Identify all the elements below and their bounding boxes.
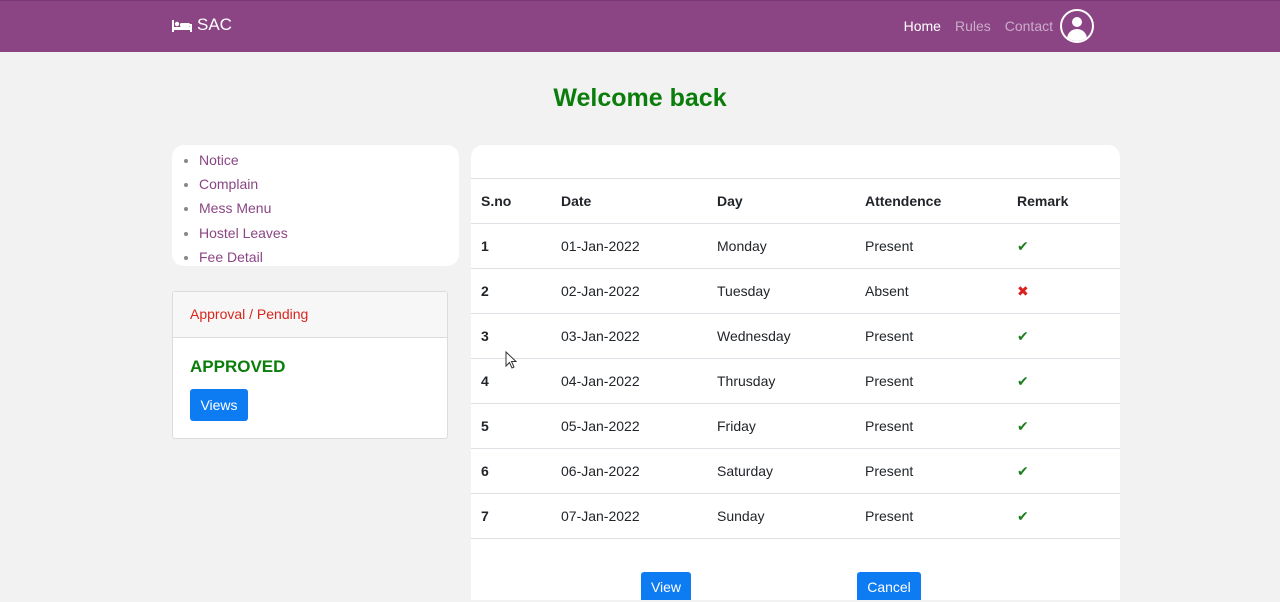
welcome-heading: Welcome back bbox=[553, 84, 727, 112]
view-button[interactable]: View bbox=[641, 572, 691, 600]
row-attendance: Present bbox=[855, 313, 1007, 359]
table-header-row: S.no Date Day Attendence Remark bbox=[471, 178, 1120, 224]
row-attendance: Absent bbox=[855, 268, 1007, 314]
sidebar-item-notice[interactable]: Notice bbox=[199, 148, 459, 172]
row-attendance: Present bbox=[855, 493, 1007, 539]
row-day: Saturday bbox=[707, 448, 855, 494]
column-header-attendance: Attendence bbox=[855, 178, 1007, 224]
table-row: 3 03-Jan-2022 Wednesday Present ✔ bbox=[471, 313, 1120, 359]
row-day: Monday bbox=[707, 223, 855, 269]
table-row: 7 07-Jan-2022 Sunday Present ✔ bbox=[471, 493, 1120, 539]
sidebar-item-hostel-leaves[interactable]: Hostel Leaves bbox=[199, 221, 459, 245]
table-row: 6 06-Jan-2022 Saturday Present ✔ bbox=[471, 448, 1120, 494]
attendance-table: S.no Date Day Attendence Remark 1 01-Jan… bbox=[471, 178, 1120, 539]
check-icon: ✔ bbox=[1017, 237, 1029, 254]
row-remark: ✔ bbox=[1007, 223, 1120, 269]
row-attendance: Present bbox=[855, 223, 1007, 269]
table-row: 5 05-Jan-2022 Friday Present ✔ bbox=[471, 403, 1120, 449]
row-remark: ✔ bbox=[1007, 358, 1120, 404]
column-header-day: Day bbox=[707, 178, 855, 224]
views-button[interactable]: Views bbox=[190, 389, 248, 421]
row-date: 05-Jan-2022 bbox=[551, 403, 707, 449]
mouse-cursor-icon bbox=[505, 350, 518, 374]
check-icon: ✔ bbox=[1017, 507, 1029, 524]
nav-link-rules[interactable]: Rules bbox=[955, 18, 991, 34]
brand-name: SAC bbox=[197, 15, 232, 34]
row-date: 02-Jan-2022 bbox=[551, 268, 707, 314]
sidebar-item-mess-menu[interactable]: Mess Menu bbox=[199, 196, 459, 220]
row-attendance: Present bbox=[855, 448, 1007, 494]
check-icon: ✔ bbox=[1017, 462, 1029, 479]
column-header-sno: S.no bbox=[471, 178, 551, 224]
row-remark: ✖ bbox=[1007, 268, 1120, 314]
row-remark: ✔ bbox=[1007, 448, 1120, 494]
table-row: 4 04-Jan-2022 Thrusday Present ✔ bbox=[471, 358, 1120, 404]
row-date: 06-Jan-2022 bbox=[551, 448, 707, 494]
row-day: Wednesday bbox=[707, 313, 855, 359]
approval-header: Approval / Pending bbox=[173, 292, 447, 338]
table-row: 2 02-Jan-2022 Tuesday Absent ✖ bbox=[471, 268, 1120, 314]
row-date: 04-Jan-2022 bbox=[551, 358, 707, 404]
cross-icon: ✖ bbox=[1017, 282, 1029, 299]
row-sno: 1 bbox=[471, 223, 551, 269]
column-header-date: Date bbox=[551, 178, 707, 224]
user-avatar-icon[interactable] bbox=[1060, 9, 1094, 43]
row-day: Sunday bbox=[707, 493, 855, 539]
row-day: Friday bbox=[707, 403, 855, 449]
nav-link-home[interactable]: Home bbox=[904, 18, 941, 34]
sidebar-item-fee-detail[interactable]: Fee Detail bbox=[199, 245, 459, 269]
column-header-remark: Remark bbox=[1007, 178, 1120, 224]
navbar: SAC Home Rules Contact bbox=[0, 0, 1280, 52]
approval-card: Approval / Pending APPROVED Views bbox=[172, 291, 448, 439]
approval-status: APPROVED bbox=[190, 357, 286, 376]
table-row: 1 01-Jan-2022 Monday Present ✔ bbox=[471, 223, 1120, 269]
sidebar-item-complain[interactable]: Complain bbox=[199, 172, 459, 196]
brand[interactable]: SAC bbox=[172, 15, 232, 35]
attendance-card: S.no Date Day Attendence Remark 1 01-Jan… bbox=[471, 145, 1120, 600]
row-attendance: Present bbox=[855, 358, 1007, 404]
row-day: Thrusday bbox=[707, 358, 855, 404]
bed-icon bbox=[172, 18, 192, 32]
row-sno: 6 bbox=[471, 448, 551, 494]
row-sno: 5 bbox=[471, 403, 551, 449]
row-date: 03-Jan-2022 bbox=[551, 313, 707, 359]
nav-links: Home Rules Contact bbox=[890, 9, 1094, 43]
check-icon: ✔ bbox=[1017, 327, 1029, 344]
row-remark: ✔ bbox=[1007, 313, 1120, 359]
nav-link-contact[interactable]: Contact bbox=[1005, 18, 1053, 34]
row-sno: 7 bbox=[471, 493, 551, 539]
row-date: 01-Jan-2022 bbox=[551, 223, 707, 269]
check-icon: ✔ bbox=[1017, 372, 1029, 389]
row-sno: 2 bbox=[471, 268, 551, 314]
row-date: 07-Jan-2022 bbox=[551, 493, 707, 539]
row-attendance: Present bbox=[855, 403, 1007, 449]
cancel-button[interactable]: Cancel bbox=[857, 572, 921, 600]
row-day: Tuesday bbox=[707, 268, 855, 314]
sidebar-menu: Notice Complain Mess Menu Hostel Leaves … bbox=[172, 145, 459, 266]
row-remark: ✔ bbox=[1007, 403, 1120, 449]
row-remark: ✔ bbox=[1007, 493, 1120, 539]
check-icon: ✔ bbox=[1017, 417, 1029, 434]
